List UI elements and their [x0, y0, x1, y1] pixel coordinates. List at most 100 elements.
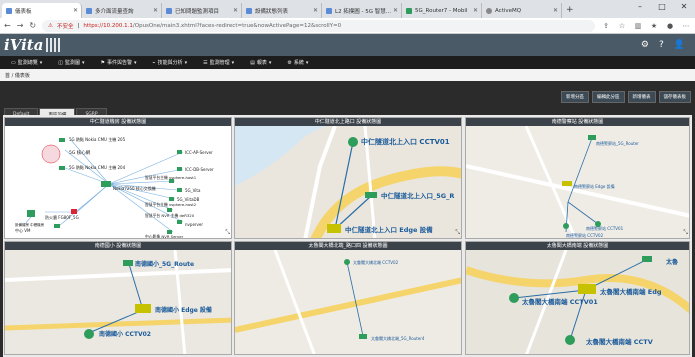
menu-item[interactable]: ☰ 監測管理 ▾ — [196, 59, 241, 67]
core-network-label: 5G 核心網 — [69, 149, 91, 156]
close-tab-icon[interactable]: ✕ — [553, 7, 558, 14]
close-tab-icon[interactable]: ✕ — [473, 7, 478, 14]
favorites-icon[interactable]: ★ — [649, 22, 659, 30]
back-icon[interactable]: ← — [4, 21, 11, 30]
switch-icon[interactable] — [59, 166, 65, 170]
browser-tab[interactable]: 多介面流量查詢 ✕ — [82, 3, 162, 18]
tab-favicon-icon — [406, 7, 412, 14]
browser-tab[interactable]: L2 拓撲圖 - 5G 智慧... ✕ — [322, 3, 402, 18]
cctv-icon[interactable] — [84, 329, 94, 339]
edge-device-icon[interactable] — [578, 284, 596, 294]
browser-tab-dashboard[interactable]: 儀表板 ✕ — [2, 3, 82, 18]
router-icon[interactable] — [642, 256, 652, 262]
profile-icon[interactable]: ● — [665, 22, 675, 30]
url-text: https://10.200.1.1/OpusOne/main3.xhtml?f… — [83, 23, 341, 29]
help-icon[interactable]: ? — [659, 40, 664, 50]
share-icon[interactable]: ⇪ — [601, 22, 611, 30]
tab-label: L2 拓撲圖 - 5G 智慧... — [335, 8, 392, 15]
tab-favicon-icon — [166, 7, 172, 14]
close-tab-icon[interactable]: ✕ — [73, 7, 78, 14]
close-tab-icon[interactable]: ✕ — [313, 7, 318, 14]
server-icon[interactable] — [177, 167, 182, 171]
node-label: nvperver — [185, 222, 203, 227]
forward-icon[interactable]: → — [17, 21, 24, 30]
server-icon[interactable] — [169, 197, 174, 201]
device-label: 中仁隧道北上入口_5G_R — [381, 191, 454, 200]
breadcrumb: 首 / 儀表板 — [0, 69, 695, 81]
router-icon[interactable] — [359, 334, 367, 339]
url-field[interactable]: ⚠ 不安全 | https://10.200.1.1/OpusOne/main3… — [42, 19, 595, 32]
menu-item[interactable]: ▤ 報表 ▾ — [243, 59, 278, 67]
firewall-icon[interactable] — [71, 209, 77, 214]
menu-item[interactable]: ▭ 監測總覽 ▾ — [4, 59, 49, 67]
tab-label: 儀表板 — [15, 8, 32, 15]
app-header: iVita ⚙ ? 👤 — [0, 34, 695, 56]
browser-tab[interactable]: 已知問題監測項目 ✕ — [162, 3, 242, 18]
menu-label: 系統 — [293, 60, 304, 66]
split-view-icon[interactable]: ▥ — [633, 22, 643, 30]
server-icon[interactable] — [177, 220, 182, 224]
node-label: 中心 VM — [15, 227, 31, 233]
server-icon[interactable] — [177, 188, 182, 192]
server-icon[interactable] — [177, 150, 182, 154]
maximize-icon[interactable]: □ — [651, 0, 673, 14]
vm-icon[interactable] — [54, 224, 60, 228]
url-separator: | — [77, 22, 80, 29]
cctv-icon[interactable] — [563, 223, 569, 229]
menu-dots-icon[interactable]: ⋯ — [681, 22, 691, 30]
router-icon[interactable] — [588, 135, 596, 140]
reload-icon[interactable]: ↻ — [29, 21, 36, 30]
menu-item[interactable]: ◫ 監測圖 ▾ — [51, 59, 91, 67]
core-network-icon[interactable] — [41, 144, 61, 164]
alarm-icon: ⚑ — [100, 59, 106, 66]
browser-tab[interactable]: ActiveMQ ✕ — [482, 3, 562, 18]
add-section-button[interactable]: 新增分區 — [561, 91, 589, 103]
minimize-icon[interactable]: – — [629, 0, 651, 14]
tab-favicon-icon — [486, 7, 492, 14]
router-icon[interactable] — [123, 260, 133, 266]
building-icon[interactable] — [27, 210, 35, 217]
core-switch-icon[interactable] — [101, 181, 111, 187]
device-label: 南德國小 CCTV02 — [99, 330, 151, 338]
device-label: 太魯閣大橋北端_5G_Router4 — [371, 335, 425, 341]
menu-item[interactable]: ⚙ 系統 ▾ — [280, 59, 315, 67]
add-widget-button[interactable]: 新增儀表 — [627, 91, 656, 103]
browser-tab[interactable]: 5G_Router7 - Mobil ✕ — [402, 3, 482, 18]
save-dashboard-button[interactable]: 儲存儀表板 — [658, 91, 691, 103]
edit-section-button[interactable]: 編輯此分區 — [592, 91, 625, 103]
settings-gear-icon[interactable]: ⚙ — [641, 40, 649, 50]
close-tab-icon[interactable]: ✕ — [153, 7, 158, 14]
browser-tab[interactable]: 設備狀態列表 ✕ — [242, 3, 322, 18]
bookmark-star-icon[interactable]: ☆ — [617, 22, 627, 30]
edge-device-icon[interactable] — [135, 304, 151, 313]
menu-label: 技能與分析 — [157, 60, 183, 66]
user-icon[interactable]: 👤 — [674, 40, 685, 50]
security-warning-icon[interactable]: ⚠ — [48, 23, 53, 29]
new-tab-icon[interactable]: + — [562, 3, 578, 18]
security-warning-label: 不安全 — [57, 23, 74, 30]
close-tab-icon[interactable]: ✕ — [233, 7, 238, 14]
menu-item[interactable]: ⌁ 技能與分析 ▾ — [146, 59, 195, 67]
server-icon[interactable] — [167, 208, 172, 212]
switch-icon[interactable] — [59, 138, 65, 142]
edge-device-icon[interactable] — [562, 181, 572, 186]
cctv-icon[interactable] — [509, 293, 519, 303]
report-icon: ▤ — [250, 59, 255, 66]
logo-grid-icon — [46, 38, 61, 52]
edge-device-icon[interactable] — [327, 224, 341, 233]
window-controls: – □ ✕ — [629, 0, 695, 14]
cctv-icon[interactable] — [344, 259, 350, 265]
resize-handle-icon[interactable]: ⤡ — [225, 229, 230, 237]
cctv-icon[interactable] — [348, 137, 358, 147]
close-window-icon[interactable]: ✕ — [673, 0, 695, 14]
device-label: 南德國小_5G_Route — [135, 260, 194, 268]
card-title: 中仁隧道機房 設備狀態圖 — [5, 118, 231, 126]
device-label: 南德國小 Edge 設備 — [155, 306, 212, 314]
resize-handle-icon[interactable]: ⤡ — [683, 229, 688, 237]
resize-handle-icon[interactable]: ⤡ — [455, 229, 460, 237]
close-tab-icon[interactable]: ✕ — [393, 7, 398, 14]
cctv-icon[interactable] — [565, 335, 575, 345]
menu-item[interactable]: ⚑ 事件與告警 ▾ — [94, 59, 144, 67]
router-icon[interactable] — [365, 192, 377, 198]
tab-label: 5G_Router7 - Mobil — [415, 7, 468, 14]
